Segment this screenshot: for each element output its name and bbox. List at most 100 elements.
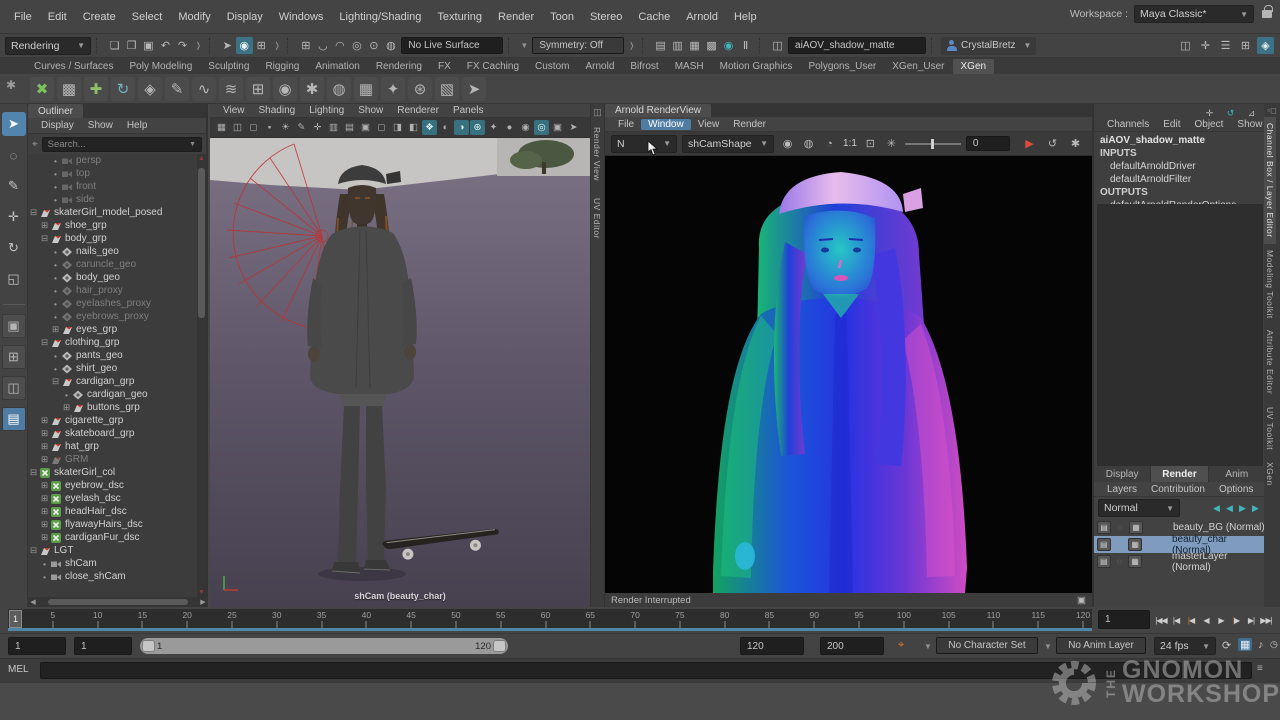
shelf-tab-xgen[interactable]: XGen bbox=[953, 59, 995, 74]
scroll-left-icon[interactable]: ◀ bbox=[28, 598, 38, 606]
expander-icon[interactable]: ⊞ bbox=[39, 532, 50, 543]
layer-override-icon[interactable]: ▦ bbox=[1128, 555, 1142, 568]
isolate-selected-icon[interactable]: ✳ bbox=[883, 135, 900, 152]
outliner-item-label[interactable]: eyebrow_dsc bbox=[63, 480, 124, 491]
character-controls-icon[interactable]: ✛ bbox=[1197, 37, 1214, 54]
render-settings-icon[interactable]: ▤ bbox=[652, 37, 669, 54]
menu-select[interactable]: Select bbox=[124, 11, 171, 23]
layout-outliner-persp[interactable]: ▤ bbox=[2, 407, 26, 431]
expander-icon[interactable]: ⊟ bbox=[39, 337, 50, 348]
outliner-search-input[interactable]: Search...▼ bbox=[42, 137, 202, 152]
viewport-tool-icon-15[interactable]: ◑ bbox=[454, 120, 469, 135]
viewport-tool-icon-10[interactable]: ◻ bbox=[374, 120, 389, 135]
outliner-item-label[interactable]: headHair_dsc bbox=[63, 506, 127, 517]
layer-visibility-icon[interactable]: ◌ bbox=[1113, 521, 1127, 534]
outliner-item-skatergirl-model-posed[interactable]: ⊟skaterGirl_model_posed bbox=[28, 206, 199, 219]
menu-cache[interactable]: Cache bbox=[630, 11, 678, 23]
viewport-menu-renderer[interactable]: Renderer bbox=[390, 105, 446, 116]
viewport-tool-icon-18[interactable]: ● bbox=[502, 120, 517, 135]
xgen-create-icon[interactable]: ✖ bbox=[30, 77, 54, 101]
layer-move-icon-2[interactable]: ▶ bbox=[1236, 503, 1249, 514]
redo-icon[interactable]: ↷ bbox=[174, 37, 191, 54]
outliner-item-label[interactable]: eyelashes_proxy bbox=[74, 298, 151, 309]
viewport-tool-icon-1[interactable]: ◫ bbox=[230, 120, 245, 135]
layer-renderable-icon[interactable]: ▤ bbox=[1097, 538, 1111, 551]
scroll-up-icon[interactable]: ▲ bbox=[197, 154, 206, 163]
grid-toggle-icon[interactable]: ⊞ bbox=[1237, 37, 1254, 54]
layout-two-pane[interactable]: ◫ bbox=[2, 376, 26, 400]
channel-dropdown[interactable]: N▼ bbox=[611, 135, 677, 153]
outliner-item-headhair-dsc[interactable]: ⊞ headHair_dsc bbox=[28, 505, 199, 518]
channel-node-defaultarnoldfilter[interactable]: defaultArnoldFilter bbox=[1094, 173, 1264, 186]
cached-playback-icon[interactable]: ◷ bbox=[1270, 639, 1278, 650]
attribute-spreadsheet-icon[interactable]: ☰ bbox=[1217, 37, 1234, 54]
layer-menu-layers[interactable]: Layers bbox=[1100, 484, 1144, 495]
layer-menu-contribution[interactable]: Contribution bbox=[1144, 484, 1212, 495]
layer-editor-tab-display[interactable]: Display bbox=[1094, 466, 1151, 482]
xgen-interactive-icon[interactable]: ⊛ bbox=[408, 77, 432, 101]
open-scene-icon[interactable]: ❐ bbox=[123, 37, 140, 54]
outliner-item-label[interactable]: close_shCam bbox=[63, 571, 126, 582]
sound-icon[interactable]: ♪ bbox=[1258, 639, 1264, 651]
expander-icon[interactable]: ⊞ bbox=[61, 402, 72, 413]
zoom-ratio-button[interactable]: 1:1 bbox=[843, 138, 857, 149]
outliner-item-caruncle-geo[interactable]: •caruncle_geo bbox=[28, 258, 199, 271]
move-tool[interactable]: ✛ bbox=[2, 205, 26, 229]
anim-layer-arrow-icon[interactable]: ▼ bbox=[1042, 642, 1054, 651]
go-to-end-button[interactable]: ▶▶| bbox=[1259, 611, 1273, 629]
outliner-item-nails-geo[interactable]: •nails_geo bbox=[28, 245, 199, 258]
outliner-item-eyebrow-dsc[interactable]: ⊞eyebrow_dsc bbox=[28, 479, 199, 492]
snap-grid-icon[interactable]: ⊞ bbox=[297, 37, 314, 54]
outliner-item-label[interactable]: caruncle_geo bbox=[74, 259, 136, 270]
outliner-item-label[interactable]: skateboard_grp bbox=[63, 428, 135, 439]
outliner-item-top[interactable]: •top bbox=[28, 167, 199, 180]
xgen-grid-icon[interactable]: ⊞ bbox=[246, 77, 270, 101]
sidebar-tab-xgen[interactable]: XGen bbox=[1264, 456, 1276, 492]
group-expand-icon[interactable]: ❭ bbox=[272, 41, 283, 50]
layer-move-icon-1[interactable]: ◀ bbox=[1223, 503, 1236, 514]
scroll-down-icon[interactable]: ▼ bbox=[197, 588, 206, 597]
render-camera-dropdown[interactable]: shCamShape▼ bbox=[682, 135, 774, 153]
outliner-item-body-geo[interactable]: •body_geo bbox=[28, 271, 199, 284]
viewport-tool-icon-0[interactable]: ▦ bbox=[214, 120, 229, 135]
viewport-menu-view[interactable]: View bbox=[216, 105, 252, 116]
menu-modify[interactable]: Modify bbox=[170, 11, 218, 23]
viewport-tool-icon-20[interactable]: ◎ bbox=[534, 120, 549, 135]
viewport-tool-icon-22[interactable]: ➤ bbox=[566, 120, 581, 135]
shelf-tab-animation[interactable]: Animation bbox=[307, 59, 367, 74]
outliner-item-label[interactable]: side bbox=[74, 194, 94, 205]
set-key-icon[interactable]: ⌖ bbox=[898, 639, 904, 652]
layer-move-icon-0[interactable]: ◀ bbox=[1210, 503, 1223, 514]
outliner-item-clothing-grp[interactable]: ⊟clothing_grp bbox=[28, 336, 199, 349]
outliner-item-label[interactable]: persp bbox=[74, 155, 101, 166]
outliner-item-label[interactable]: hair_proxy bbox=[74, 285, 123, 296]
pause-icon[interactable]: Ⅱ bbox=[737, 37, 754, 54]
renderview-menu-file[interactable]: File bbox=[611, 119, 641, 130]
panel-icon[interactable]: ◫ bbox=[591, 104, 604, 121]
xgen-noise-icon[interactable]: ◍ bbox=[327, 77, 351, 101]
layer-renderable-icon[interactable]: ▤ bbox=[1097, 555, 1111, 568]
expander-icon[interactable]: ⊞ bbox=[39, 506, 50, 517]
step-forward-key-button[interactable]: |▶ bbox=[1229, 611, 1243, 629]
outliner-item-close-shcam[interactable]: •close_shCam bbox=[28, 570, 199, 583]
make-live-icon[interactable]: ◍ bbox=[382, 37, 399, 54]
character-set-arrow-icon[interactable]: ▼ bbox=[922, 642, 934, 651]
expander-icon[interactable]: ⊞ bbox=[50, 324, 61, 335]
outliner-item-label[interactable]: body_grp bbox=[63, 233, 107, 244]
play-forwards-button[interactable]: ▶ bbox=[1214, 611, 1228, 629]
snapshot-icon[interactable]: ▣ bbox=[1077, 595, 1086, 606]
viewport-tool-icon-8[interactable]: ▤ bbox=[342, 120, 357, 135]
menu-create[interactable]: Create bbox=[75, 11, 124, 23]
outliner-tab[interactable]: Outliner bbox=[28, 104, 83, 118]
range-start-handle[interactable] bbox=[142, 640, 155, 652]
aa-samples-icon[interactable]: ◍ bbox=[800, 135, 817, 152]
layer-override-icon[interactable]: ▦ bbox=[1128, 538, 1142, 551]
viewport-tool-icon-12[interactable]: ◧ bbox=[406, 120, 421, 135]
layer-visibility-icon[interactable]: ◌ bbox=[1113, 538, 1127, 551]
layer-menu-options[interactable]: Options bbox=[1212, 484, 1260, 495]
select-object-icon[interactable]: ◉ bbox=[236, 37, 253, 54]
outliner-item-cardiganfur-dsc[interactable]: ⊞cardiganFur_dsc bbox=[28, 531, 199, 544]
animation-start-field[interactable]: 1 bbox=[8, 637, 66, 655]
menu-edit[interactable]: Edit bbox=[40, 11, 75, 23]
step-back-frame-button[interactable]: |◀ bbox=[1169, 611, 1183, 629]
